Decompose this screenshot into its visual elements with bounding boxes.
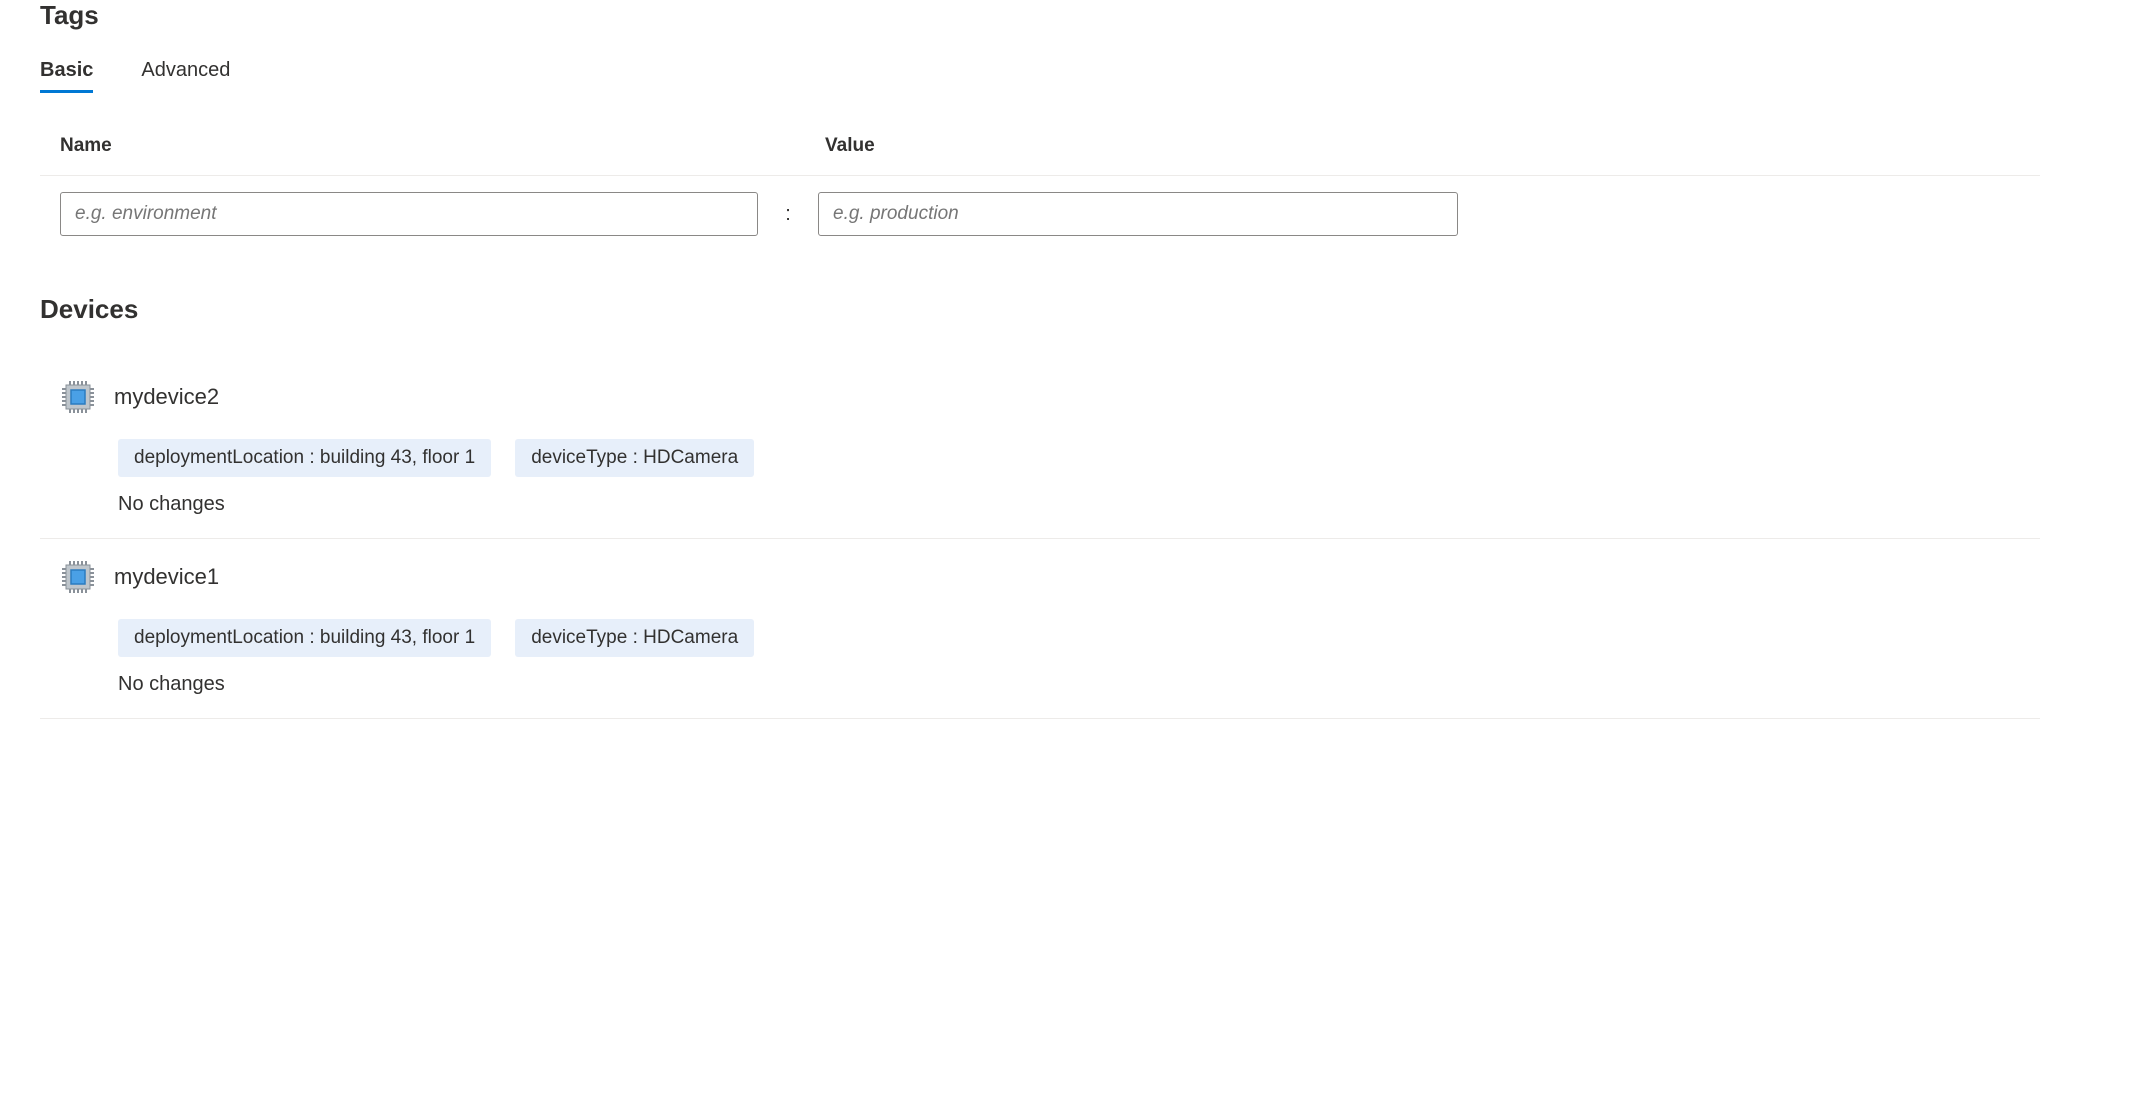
device-header: mydevice1	[58, 557, 2040, 597]
tag-value-input[interactable]	[818, 192, 1458, 236]
tag-separator: :	[758, 203, 818, 226]
device-status: No changes	[118, 673, 2040, 696]
tags-table-header: Name Value	[40, 135, 2040, 176]
tag-pill: deviceType : HDCamera	[515, 439, 754, 477]
device-item: mydevice2 deploymentLocation : building …	[40, 359, 2040, 539]
column-header-name: Name	[60, 135, 825, 157]
column-header-value: Value	[825, 135, 875, 157]
tag-pill: deploymentLocation : building 43, floor …	[118, 439, 491, 477]
tags-section-title: Tags	[40, 0, 2040, 31]
device-item: mydevice1 deploymentLocation : building …	[40, 539, 2040, 719]
device-tags: deploymentLocation : building 43, floor …	[118, 439, 2040, 477]
tag-name-input[interactable]	[60, 192, 758, 236]
device-name[interactable]: mydevice1	[114, 564, 219, 590]
tags-input-row: :	[40, 176, 2040, 252]
tab-basic[interactable]: Basic	[40, 59, 93, 93]
tags-tabs: Basic Advanced	[40, 59, 2040, 93]
chip-icon	[58, 557, 98, 597]
tag-pill: deviceType : HDCamera	[515, 619, 754, 657]
tag-pill: deploymentLocation : building 43, floor …	[118, 619, 491, 657]
chip-icon	[58, 377, 98, 417]
devices-section-title: Devices	[40, 294, 2040, 325]
device-name[interactable]: mydevice2	[114, 384, 219, 410]
device-status: No changes	[118, 493, 2040, 516]
tab-advanced[interactable]: Advanced	[141, 59, 230, 93]
device-tags: deploymentLocation : building 43, floor …	[118, 619, 2040, 657]
device-header: mydevice2	[58, 377, 2040, 417]
